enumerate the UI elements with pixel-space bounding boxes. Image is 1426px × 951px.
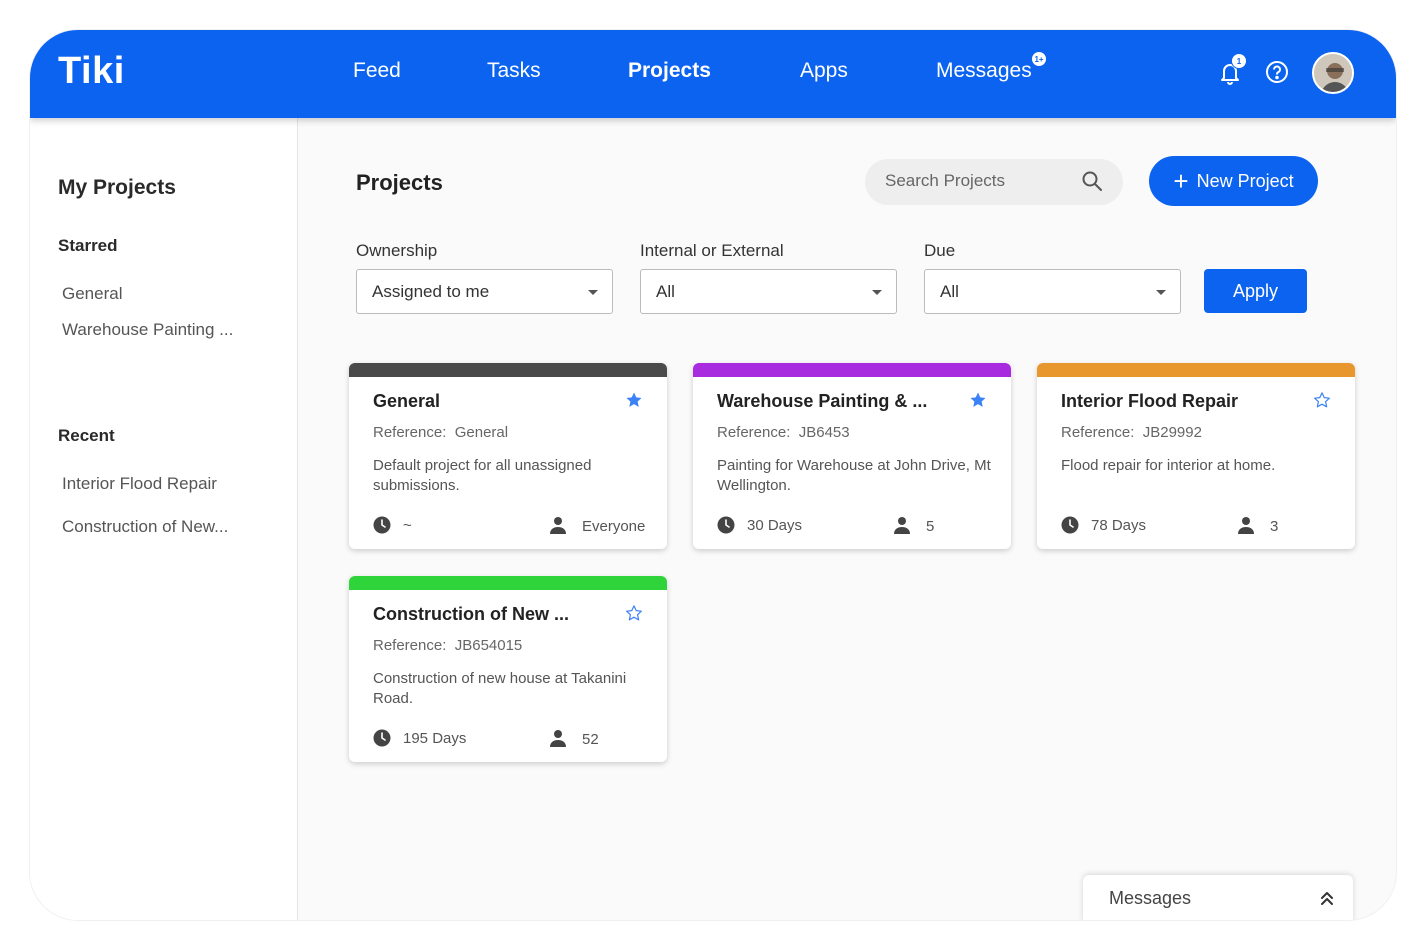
messages-panel[interactable]: Messages [1083, 875, 1353, 920]
card-title: Interior Flood Repair [1061, 391, 1239, 411]
card-reference: Reference: General [373, 424, 509, 441]
project-card-warehouse-painting[interactable]: Warehouse Painting & ... Reference: JB64… [693, 363, 1011, 549]
person-icon [893, 516, 911, 534]
plus-icon: + [1173, 166, 1189, 196]
internal-external-select[interactable]: All [640, 269, 897, 314]
clock-icon [373, 516, 391, 534]
app-window: Tiki Feed Tasks Projects Apps Messages 1… [30, 30, 1396, 920]
card-reference: Reference: JB6453 [717, 424, 850, 441]
due-value: All [940, 282, 959, 301]
chevron-down-icon [1156, 290, 1166, 295]
tiki-logo[interactable]: Tiki [58, 50, 125, 93]
recent-heading: Recent [58, 426, 115, 445]
search-icon[interactable] [1081, 170, 1103, 192]
notifications-badge: 1 [1231, 53, 1247, 69]
person-icon [549, 729, 567, 747]
card-color-bar [349, 363, 667, 377]
card-reference: Reference: JB654015 [373, 637, 523, 654]
messages-badge: 1+ [1031, 51, 1047, 67]
internal-external-label: Internal or External [640, 241, 784, 260]
internal-external-value: All [656, 282, 675, 301]
star-outline-icon[interactable] [625, 604, 643, 622]
sidebar-item-warehouse-painting[interactable]: Warehouse Painting ... [62, 320, 233, 340]
card-members: 5 [926, 518, 935, 535]
chevron-down-icon [872, 290, 882, 295]
card-due: 195 Days [403, 730, 467, 747]
card-title: Warehouse Painting & ... [717, 391, 928, 411]
card-footer: 78 Days 3 [1061, 516, 1337, 536]
sidebar-item-general[interactable]: General [62, 284, 122, 304]
star-filled-icon[interactable] [969, 391, 987, 409]
card-title: General [373, 391, 441, 411]
clock-icon [717, 516, 735, 534]
apply-button[interactable]: Apply [1204, 269, 1307, 313]
card-footer: 30 Days 5 [717, 516, 993, 536]
card-due: ~ [403, 517, 412, 534]
chevron-down-icon [588, 290, 598, 295]
ownership-value: Assigned to me [372, 282, 490, 301]
sidebar-item-construction[interactable]: Construction of New... [62, 517, 228, 537]
person-icon [549, 516, 567, 534]
sidebar-title: My Projects [58, 176, 176, 199]
nav-projects[interactable]: Projects [628, 59, 711, 83]
search-box [865, 159, 1123, 205]
main-content: Projects + New Project Ownership Assigne… [298, 118, 1396, 920]
nav-messages[interactable]: Messages [936, 59, 1032, 83]
card-members: 52 [582, 731, 599, 748]
card-color-bar [349, 576, 667, 590]
card-members: Everyone [582, 518, 646, 535]
ownership-select[interactable]: Assigned to me [356, 269, 613, 314]
nav-feed[interactable]: Feed [353, 59, 401, 83]
card-title: Construction of New ... [373, 604, 569, 624]
sidebar: My Projects Starred General Warehouse Pa… [30, 118, 298, 920]
due-label: Due [924, 241, 956, 260]
avatar[interactable] [1312, 52, 1354, 94]
card-footer: 195 Days 52 [373, 729, 649, 749]
clock-icon [1061, 516, 1079, 534]
project-card-general[interactable]: General Reference: General Default proje… [349, 363, 667, 549]
person-icon [1237, 516, 1255, 534]
card-color-bar [693, 363, 1011, 377]
project-card-interior-flood-repair[interactable]: Interior Flood Repair Reference: JB29992… [1037, 363, 1355, 549]
card-description: Default project for all unassigned submi… [373, 457, 592, 494]
card-description: Flood repair for interior at home. [1061, 457, 1276, 474]
help-icon[interactable] [1263, 58, 1291, 86]
new-project-button[interactable]: + New Project [1149, 156, 1318, 206]
card-color-bar [1037, 363, 1355, 377]
card-description: Construction of new house at Takanini Ro… [373, 670, 627, 707]
ownership-label: Ownership [356, 241, 438, 260]
messages-panel-label: Messages [1109, 888, 1192, 908]
double-chevron-up-icon[interactable] [1319, 889, 1335, 907]
due-select[interactable]: All [924, 269, 1181, 314]
star-filled-icon[interactable] [625, 391, 643, 409]
nav-tasks[interactable]: Tasks [487, 59, 541, 83]
nav-apps[interactable]: Apps [800, 59, 848, 83]
card-members: 3 [1270, 518, 1279, 535]
card-description: Painting for Warehouse at John Drive, Mt… [717, 457, 991, 494]
clock-icon [373, 729, 391, 747]
project-card-construction[interactable]: Construction of New ... Reference: JB654… [349, 576, 667, 762]
new-project-label: New Project [1196, 170, 1294, 191]
star-outline-icon[interactable] [1313, 391, 1331, 409]
card-due: 30 Days [747, 517, 803, 534]
top-navbar: Tiki Feed Tasks Projects Apps Messages 1… [30, 30, 1396, 118]
search-input[interactable] [885, 171, 1075, 191]
card-footer: ~ Everyone [373, 516, 649, 536]
page-title: Projects [356, 170, 443, 195]
card-due: 78 Days [1091, 517, 1147, 534]
sidebar-item-interior-flood-repair[interactable]: Interior Flood Repair [62, 474, 217, 494]
starred-heading: Starred [58, 236, 118, 255]
card-reference: Reference: JB29992 [1061, 424, 1202, 441]
